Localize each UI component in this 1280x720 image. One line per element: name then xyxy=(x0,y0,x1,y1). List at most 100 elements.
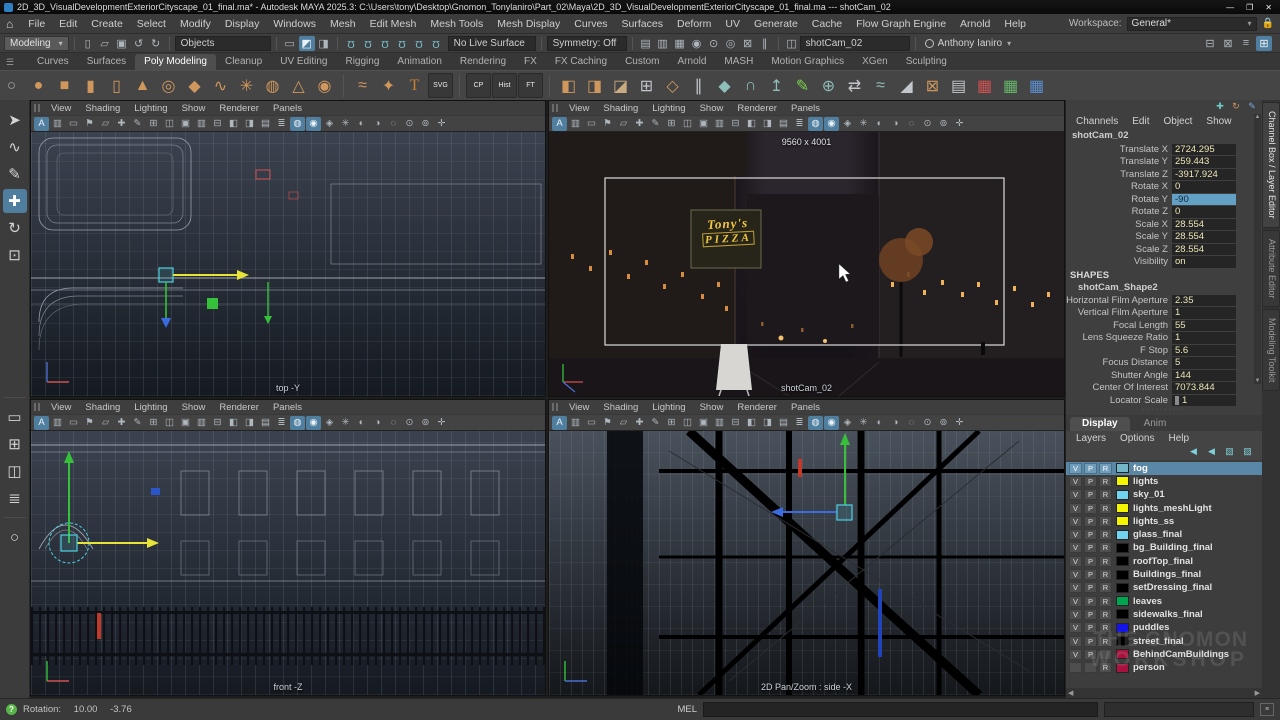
grid-toggle-icon[interactable]: ⊞ xyxy=(664,117,679,131)
menu-deform[interactable]: Deform xyxy=(670,16,718,32)
two-d-pan-zoom-icon[interactable]: ✚ xyxy=(632,416,647,430)
ambient-occlusion-icon[interactable]: ◑ xyxy=(888,117,903,131)
hud-toggle-icon[interactable]: ▤ xyxy=(258,117,273,131)
motion-blur-icon[interactable]: ◌ xyxy=(386,117,401,131)
shelf-tab-xgen[interactable]: XGen xyxy=(853,54,897,70)
camera-attributes-icon[interactable]: ▭ xyxy=(584,416,599,430)
layer-r-toggle[interactable]: R xyxy=(1099,596,1112,607)
mel-output-field[interactable] xyxy=(1104,702,1254,717)
grid-toggle-icon[interactable]: ⊞ xyxy=(146,117,161,131)
menu-mesh-display[interactable]: Mesh Display xyxy=(490,16,567,32)
layer-v-toggle[interactable]: V xyxy=(1069,516,1082,527)
two-d-pan-zoom-icon[interactable]: ✚ xyxy=(632,117,647,131)
blue-grid-icon[interactable]: ▦ xyxy=(1024,73,1049,98)
shelf-tab-uv-editing[interactable]: UV Editing xyxy=(271,54,336,70)
layer-p-toggle[interactable]: P xyxy=(1084,649,1097,660)
textured-mode-icon[interactable]: ◈ xyxy=(840,117,855,131)
layer-r-toggle[interactable]: R xyxy=(1099,569,1112,580)
viewport-top-scene[interactable]: top -Y xyxy=(31,132,545,396)
bookmark-icon[interactable]: ⚑ xyxy=(82,117,97,131)
move-layer-up-icon[interactable]: ◀ xyxy=(1205,446,1218,458)
channel-value[interactable]: 7073.844 xyxy=(1172,382,1236,394)
menu-mesh[interactable]: Mesh xyxy=(323,16,363,32)
snap-grid-icon[interactable]: Ω xyxy=(343,36,359,51)
poly-barrel-icon[interactable]: ▯ xyxy=(104,73,129,98)
layer-p-toggle[interactable]: P xyxy=(1084,556,1097,567)
history-icon[interactable]: Hist xyxy=(492,73,517,98)
isolate-select-icon[interactable]: ⊚ xyxy=(936,416,951,430)
object-details-icon[interactable]: ≣ xyxy=(792,117,807,131)
channel-value[interactable]: 2.35 xyxy=(1172,295,1236,307)
green-grid-icon[interactable]: ▦ xyxy=(998,73,1023,98)
channel-value[interactable]: 0 xyxy=(1172,206,1236,218)
render-sequence-icon[interactable]: ▦ xyxy=(672,36,688,51)
film-gate-icon[interactable]: ◫ xyxy=(162,117,177,131)
camera-name-field[interactable]: shotCam_02 xyxy=(800,36,910,51)
shelf-tab-surfaces[interactable]: Surfaces xyxy=(78,54,135,70)
channel-box-scrollbar[interactable] xyxy=(1254,114,1261,384)
viewport-menu-renderer[interactable]: Renderer xyxy=(213,102,265,115)
menu-cache[interactable]: Cache xyxy=(805,16,849,32)
menu-curves[interactable]: Curves xyxy=(567,16,614,32)
shelf-tab-sculpting[interactable]: Sculpting xyxy=(897,54,956,70)
open-scene-icon[interactable]: ▱ xyxy=(97,36,113,51)
rotate-tool-icon[interactable]: ↻ xyxy=(3,216,27,240)
layer-row[interactable]: VPRlights_ss xyxy=(1066,515,1262,528)
select-component-icon[interactable]: ◨ xyxy=(316,36,332,51)
symmetry-field[interactable]: Symmetry: Off xyxy=(547,36,627,51)
grease-pencil-icon[interactable]: ✎ xyxy=(648,117,663,131)
poly-plane-icon[interactable]: ◆ xyxy=(182,73,207,98)
minimize-button[interactable]: — xyxy=(1226,3,1234,12)
connect-icon[interactable]: ◇ xyxy=(660,73,685,98)
shelf-tab-arnold[interactable]: Arnold xyxy=(669,54,716,70)
panel-splitter[interactable]: ·········· xyxy=(1066,407,1262,415)
live-surface-field[interactable]: No Live Surface xyxy=(448,36,536,51)
ambient-occlusion-icon[interactable]: ◑ xyxy=(370,117,385,131)
grid-toggle-icon[interactable]: ⊞ xyxy=(664,416,679,430)
layer-row[interactable]: VPBehindCamBuildings xyxy=(1066,648,1262,661)
bevel-icon[interactable]: ◆ xyxy=(712,73,737,98)
quad-draw-icon[interactable]: ✎ xyxy=(790,73,815,98)
shelf-tab-curves[interactable]: Curves xyxy=(28,54,78,70)
layer-v-toggle[interactable]: V xyxy=(1069,529,1082,540)
viewport-menu-renderer[interactable]: Renderer xyxy=(731,401,783,414)
layer-color-swatch[interactable] xyxy=(1116,530,1129,540)
shaded-mode-icon[interactable]: ◉ xyxy=(306,416,321,430)
xray-icon[interactable]: ▥ xyxy=(50,117,65,131)
channel-object-name[interactable]: shotCam_02 xyxy=(1066,129,1262,143)
layer-v-toggle[interactable] xyxy=(1069,662,1082,673)
layer-row[interactable]: Rperson xyxy=(1066,661,1262,674)
svg-tool-icon[interactable]: SVG xyxy=(428,73,453,98)
separate-icon[interactable]: ◨ xyxy=(582,73,607,98)
layer-v-toggle[interactable]: V xyxy=(1069,556,1082,567)
viewport-menu-shading[interactable]: Shading xyxy=(597,102,644,115)
viewport-menu-renderer[interactable]: Renderer xyxy=(731,102,783,115)
grid-toggle-icon[interactable]: ⊞ xyxy=(146,416,161,430)
ambient-occlusion-icon[interactable]: ◑ xyxy=(370,416,385,430)
save-scene-icon[interactable]: ▣ xyxy=(114,36,130,51)
layer-row[interactable]: VPRfog xyxy=(1066,462,1262,475)
shelf-tab-fx-caching[interactable]: FX Caching xyxy=(546,54,616,70)
layer-r-toggle[interactable]: R xyxy=(1099,489,1112,500)
sidebar-tab-modeling-toolkit[interactable]: Modeling Toolkit xyxy=(1262,309,1280,391)
curve-tool-icon[interactable]: ≈ xyxy=(350,73,375,98)
motion-blur-icon[interactable]: ◌ xyxy=(904,117,919,131)
layer-editor-tab-anim[interactable]: Anim xyxy=(1132,417,1179,431)
channel-menu-show[interactable]: Show xyxy=(1200,115,1237,128)
safe-title-icon[interactable]: ◨ xyxy=(760,416,775,430)
layer-color-swatch[interactable] xyxy=(1116,609,1129,619)
light-editor-icon[interactable]: ◎ xyxy=(723,36,739,51)
all-lights-icon[interactable]: ✳ xyxy=(338,117,353,131)
ipr-render-icon[interactable]: ◉ xyxy=(689,36,705,51)
poly-sphere-icon[interactable]: ● xyxy=(26,73,51,98)
viewport-menu-panels[interactable]: Panels xyxy=(267,401,308,414)
channel-menu-object[interactable]: Object xyxy=(1158,115,1199,128)
resolution-gate-icon[interactable]: ▣ xyxy=(178,416,193,430)
workspace-lock-icon[interactable]: 🔒 xyxy=(1262,18,1274,29)
snap-projected-center-icon[interactable]: Ω xyxy=(394,36,410,51)
shelf-tab-fx[interactable]: FX xyxy=(515,54,546,70)
viewport-menu-view[interactable]: View xyxy=(45,401,77,414)
layer-color-swatch[interactable] xyxy=(1116,503,1129,513)
menu-help[interactable]: Help xyxy=(997,16,1033,32)
layer-p-toggle[interactable]: P xyxy=(1084,516,1097,527)
